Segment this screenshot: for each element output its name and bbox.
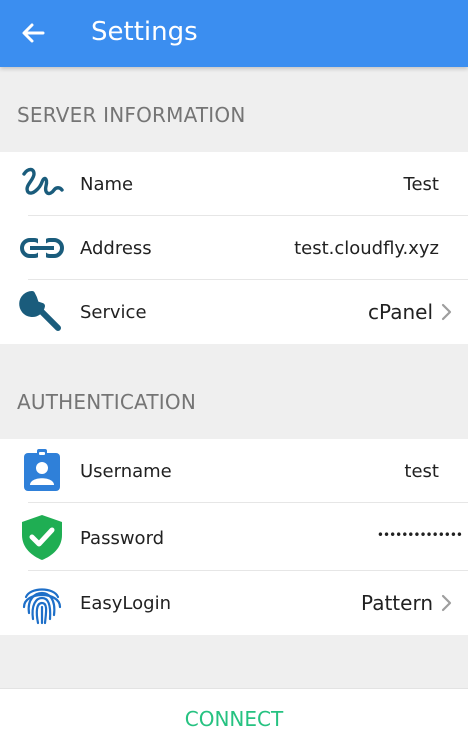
authentication-card: Username test Password •••••••••••••• Ea… [0, 439, 468, 635]
username-row[interactable]: Username test [0, 439, 468, 503]
wrench-icon [19, 291, 61, 331]
service-row[interactable]: Service cPanel [0, 280, 468, 344]
section-label-authentication: AUTHENTICATION [17, 390, 197, 414]
password-value[interactable]: •••••••••••••• [377, 528, 463, 542]
chevron-right-icon [441, 594, 452, 612]
server-info-card: Name Test Address test.cloudfly.xyz Serv… [0, 152, 468, 344]
shield-check-icon [22, 515, 62, 560]
name-row[interactable]: Name Test [0, 152, 468, 216]
section-label-server: SERVER INFORMATION [17, 103, 246, 127]
username-label: Username [80, 461, 172, 482]
link-icon [20, 238, 64, 258]
easylogin-label: EasyLogin [80, 593, 171, 614]
connect-button[interactable]: CONNECT [0, 707, 468, 731]
fingerprint-icon [22, 588, 62, 625]
name-value[interactable]: Test [404, 174, 439, 195]
squiggle-icon [22, 167, 64, 196]
easylogin-row[interactable]: EasyLogin Pattern [0, 571, 468, 635]
username-value[interactable]: test [404, 461, 439, 482]
arrow-left-icon[interactable] [18, 18, 48, 48]
password-row[interactable]: Password •••••••••••••• [0, 503, 468, 567]
chevron-right-icon [441, 303, 452, 321]
page-title: Settings [91, 17, 198, 47]
address-row[interactable]: Address test.cloudfly.xyz [0, 216, 468, 280]
service-value[interactable]: cPanel [368, 300, 433, 324]
badge-icon [24, 449, 60, 491]
easylogin-value[interactable]: Pattern [361, 591, 433, 615]
connect-bar: CONNECT [0, 688, 468, 753]
service-label: Service [80, 302, 147, 323]
name-label: Name [80, 174, 134, 195]
address-label: Address [80, 238, 152, 259]
address-value[interactable]: test.cloudfly.xyz [294, 238, 439, 259]
password-label: Password [80, 528, 165, 549]
app-bar: Settings [0, 0, 468, 67]
